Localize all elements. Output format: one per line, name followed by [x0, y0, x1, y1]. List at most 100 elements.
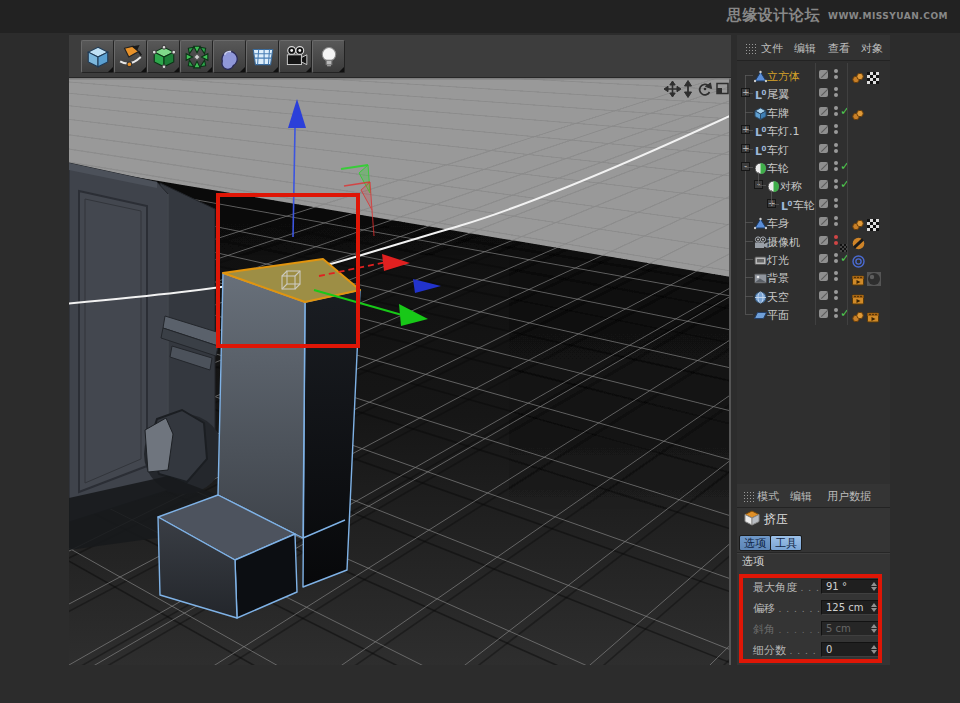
object-label[interactable]: 车轮	[767, 161, 789, 176]
editor-visibility-dot[interactable]	[834, 216, 838, 220]
layer-square[interactable]	[819, 180, 828, 189]
layer-square[interactable]	[819, 291, 828, 300]
editor-visibility-dot[interactable]	[834, 290, 838, 294]
editor-visibility-dot[interactable]	[834, 308, 838, 312]
object-manager-menu-3[interactable]: 查看	[828, 41, 850, 56]
tag-compositing[interactable]	[867, 308, 879, 327]
subdivision-surface-tool-button[interactable]	[147, 40, 180, 73]
tree-connector-line	[771, 190, 772, 204]
attribute-manager-menu-2[interactable]: 编辑	[790, 489, 812, 504]
panel-grid-icon[interactable]	[745, 43, 757, 54]
object-row-天空[interactable]: 天空	[737, 287, 890, 305]
object-label[interactable]: 灯光	[767, 253, 789, 268]
object-row-立方体[interactable]: 立方体	[737, 66, 890, 84]
tab-选项[interactable]: 选项	[739, 535, 771, 551]
layer-square[interactable]	[819, 272, 828, 281]
object-label[interactable]: 背景	[767, 271, 789, 286]
editor-visibility-dot[interactable]	[834, 69, 838, 73]
object-label[interactable]: 尾翼	[767, 87, 789, 102]
render-visibility-dot[interactable]	[834, 222, 838, 226]
render-visibility-dot[interactable]	[834, 130, 838, 134]
object-row-车灯[interactable]: +L0车灯	[737, 140, 890, 158]
editor-visibility-dot[interactable]	[834, 161, 838, 165]
enabled-checkmark[interactable]: ✓	[840, 251, 850, 265]
layer-square[interactable]	[819, 70, 828, 79]
object-label[interactable]: 车灯.1	[767, 124, 800, 139]
object-label[interactable]: 车牌	[767, 106, 789, 121]
tab-工具[interactable]: 工具	[770, 535, 802, 551]
layer-square[interactable]	[819, 144, 828, 153]
render-visibility-dot[interactable]	[834, 296, 838, 300]
camera-tool-button[interactable]	[279, 40, 312, 73]
light-tool-button[interactable]	[312, 40, 345, 73]
object-label[interactable]: 天空	[767, 290, 789, 305]
render-visibility-dot[interactable]	[834, 259, 838, 263]
editor-visibility-dot[interactable]	[834, 87, 838, 91]
viewport-3d[interactable]	[69, 78, 731, 665]
object-label[interactable]: 平面	[767, 308, 789, 323]
editor-visibility-dot[interactable]	[834, 271, 838, 275]
enabled-checkmark[interactable]: ✓	[840, 104, 850, 118]
render-visibility-dot[interactable]	[834, 277, 838, 281]
add-cube-tool-button[interactable]	[81, 40, 114, 73]
object-manager-menu-1[interactable]: 文件	[761, 41, 783, 56]
render-visibility-dot[interactable]	[834, 93, 838, 97]
viewport-right-border	[729, 78, 731, 665]
layer-square[interactable]	[819, 125, 828, 134]
render-visibility-dot[interactable]	[834, 241, 838, 245]
editor-visibility-dot[interactable]	[834, 253, 838, 257]
object-label[interactable]: 对称	[780, 179, 802, 194]
editor-visibility-dot[interactable]	[834, 106, 838, 110]
object-row-车轮[interactable]: +L0车轮	[737, 195, 890, 213]
enabled-checkmark[interactable]: ✓	[840, 177, 850, 191]
enabled-checkmark[interactable]: ✓	[840, 306, 850, 320]
layer-square[interactable]	[819, 236, 828, 245]
layer-square[interactable]	[819, 217, 828, 226]
spline-pen-tool-button[interactable]	[114, 40, 147, 73]
render-visibility-dot[interactable]	[834, 75, 838, 79]
render-visibility-dot[interactable]	[834, 167, 838, 171]
object-row-车牌[interactable]: 车牌 ✓	[737, 103, 890, 121]
editor-visibility-dot[interactable]	[834, 198, 838, 202]
object-row-车轮[interactable]: -车轮✓	[737, 158, 890, 176]
render-visibility-dot[interactable]	[834, 314, 838, 318]
object-row-平面[interactable]: 平面 ✓	[737, 305, 890, 323]
object-label[interactable]: 车灯	[767, 143, 789, 158]
array-tool-button[interactable]	[180, 40, 213, 73]
attribute-manager-menu-1[interactable]: 模式	[757, 489, 779, 504]
layer-square[interactable]	[819, 309, 828, 318]
floor-tool-button[interactable]	[246, 40, 279, 73]
tree-connector-line	[745, 277, 753, 278]
layer-square[interactable]	[819, 88, 828, 97]
editor-visibility-dot[interactable]	[834, 124, 838, 128]
object-row-尾翼[interactable]: +L0尾翼	[737, 84, 890, 102]
object-row-背景[interactable]: 背景	[737, 268, 890, 286]
object-label[interactable]: 摄像机	[767, 235, 800, 250]
metaball-tool-button[interactable]	[213, 40, 246, 73]
render-visibility-dot[interactable]	[834, 185, 838, 189]
object-manager-menu-4[interactable]: 对象	[861, 41, 883, 56]
layer-square[interactable]	[819, 107, 828, 116]
editor-visibility-dot[interactable]	[834, 235, 838, 239]
object-row-灯光[interactable]: 灯光 ✓	[737, 250, 890, 268]
render-visibility-dot[interactable]	[834, 149, 838, 153]
layer-square[interactable]	[819, 254, 828, 263]
render-visibility-dot[interactable]	[834, 112, 838, 116]
object-row-车灯.1[interactable]: +L0车灯.1	[737, 121, 890, 139]
object-label[interactable]: 车轮	[793, 198, 815, 213]
layer-square[interactable]	[819, 162, 828, 171]
panel-grid-icon[interactable]	[743, 491, 755, 502]
enabled-checkmark[interactable]: ✓	[840, 159, 850, 173]
object-row-摄像机[interactable]: 摄像机	[737, 232, 890, 250]
object-manager-menu-2[interactable]: 编辑	[794, 41, 816, 56]
object-label[interactable]: 立方体	[767, 69, 800, 84]
tag-phong[interactable]	[852, 308, 864, 327]
tree-connector-line	[745, 130, 753, 131]
layer-square[interactable]	[819, 199, 828, 208]
object-label[interactable]: 车身	[767, 216, 789, 231]
editor-visibility-dot[interactable]	[834, 179, 838, 183]
attribute-manager-menu-3[interactable]: 用户数据	[827, 489, 871, 504]
editor-visibility-dot[interactable]	[834, 143, 838, 147]
render-visibility-dot[interactable]	[834, 204, 838, 208]
object-row-车身[interactable]: 车身	[737, 213, 890, 231]
